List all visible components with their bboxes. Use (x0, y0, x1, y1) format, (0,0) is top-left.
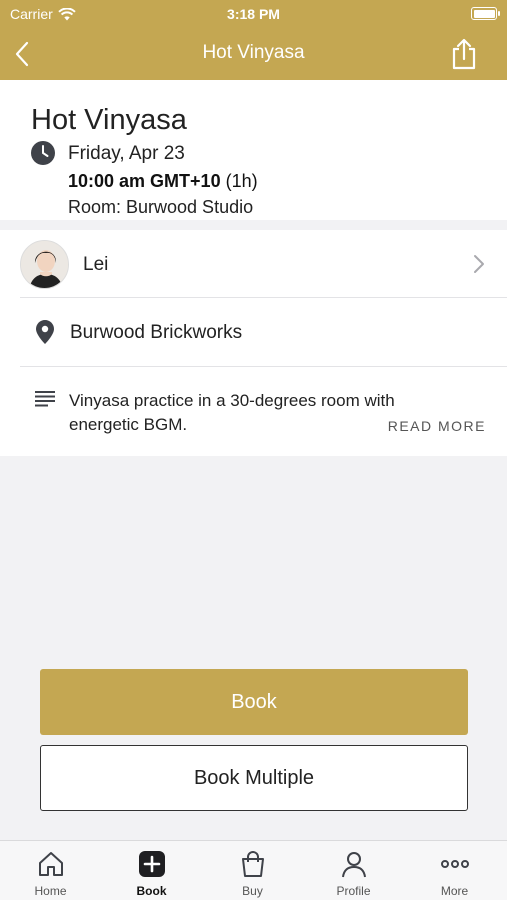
tab-more[interactable]: More (404, 841, 505, 900)
class-start-time: 10:00 am GMT+10 (68, 171, 221, 191)
tab-home-label: Home (34, 884, 67, 898)
instructor-name: Lei (83, 254, 109, 275)
tab-buy[interactable]: Buy (202, 841, 303, 900)
read-more-link[interactable]: READ MORE (388, 418, 486, 434)
person-icon (341, 852, 366, 878)
class-date: Friday, Apr 23 (68, 143, 185, 164)
avatar (20, 240, 69, 289)
shopping-bag-icon (241, 851, 264, 877)
nav-title: Hot Vinyasa (202, 42, 305, 63)
instructor-row[interactable]: Lei (20, 230, 507, 298)
nav-bar: Hot Vinyasa (0, 28, 507, 80)
tab-book-label: Book (136, 884, 167, 898)
tab-book[interactable]: Book (101, 841, 202, 900)
class-title: Hot Vinyasa (31, 104, 187, 136)
class-details: Lei Burwood Brickworks Vinyasa practice … (0, 230, 507, 456)
book-multiple-button[interactable]: Book Multiple (40, 745, 468, 811)
class-room: Room: Burwood Studio (68, 197, 254, 217)
description-row: Vinyasa practice in a 30-degrees room wi… (20, 367, 507, 456)
location-name: Burwood Brickworks (70, 322, 243, 343)
tab-buy-label: Buy (242, 884, 263, 898)
tab-profile-label: Profile (336, 884, 371, 898)
tab-profile[interactable]: Profile (303, 841, 404, 900)
tab-more-label: More (440, 884, 469, 898)
book-button[interactable]: Book (40, 669, 468, 735)
class-time: 10:00 am GMT+10 (1h) (68, 171, 258, 192)
description-text: Vinyasa practice in a 30-degrees room wi… (69, 391, 395, 434)
plus-square-icon (138, 851, 165, 877)
class-header: Hot Vinyasa Friday, Apr 23 10:00 am GMT+… (0, 80, 507, 220)
tab-bar: Home Book Buy Profile More (0, 840, 507, 900)
chevron-right-icon (474, 255, 484, 273)
location-pin-icon (36, 320, 54, 344)
home-icon (38, 852, 63, 876)
status-bar: Carrier 3:18 PM (0, 0, 507, 28)
class-duration: (1h) (225, 171, 258, 191)
location-row: Burwood Brickworks (20, 298, 507, 367)
more-dots-icon (440, 860, 469, 868)
text-lines-icon (35, 391, 55, 407)
status-time: 3:18 PM (227, 6, 280, 22)
share-icon[interactable] (449, 37, 479, 71)
clock-icon (31, 141, 55, 165)
battery-icon (471, 7, 500, 20)
tab-home[interactable]: Home (0, 841, 101, 900)
